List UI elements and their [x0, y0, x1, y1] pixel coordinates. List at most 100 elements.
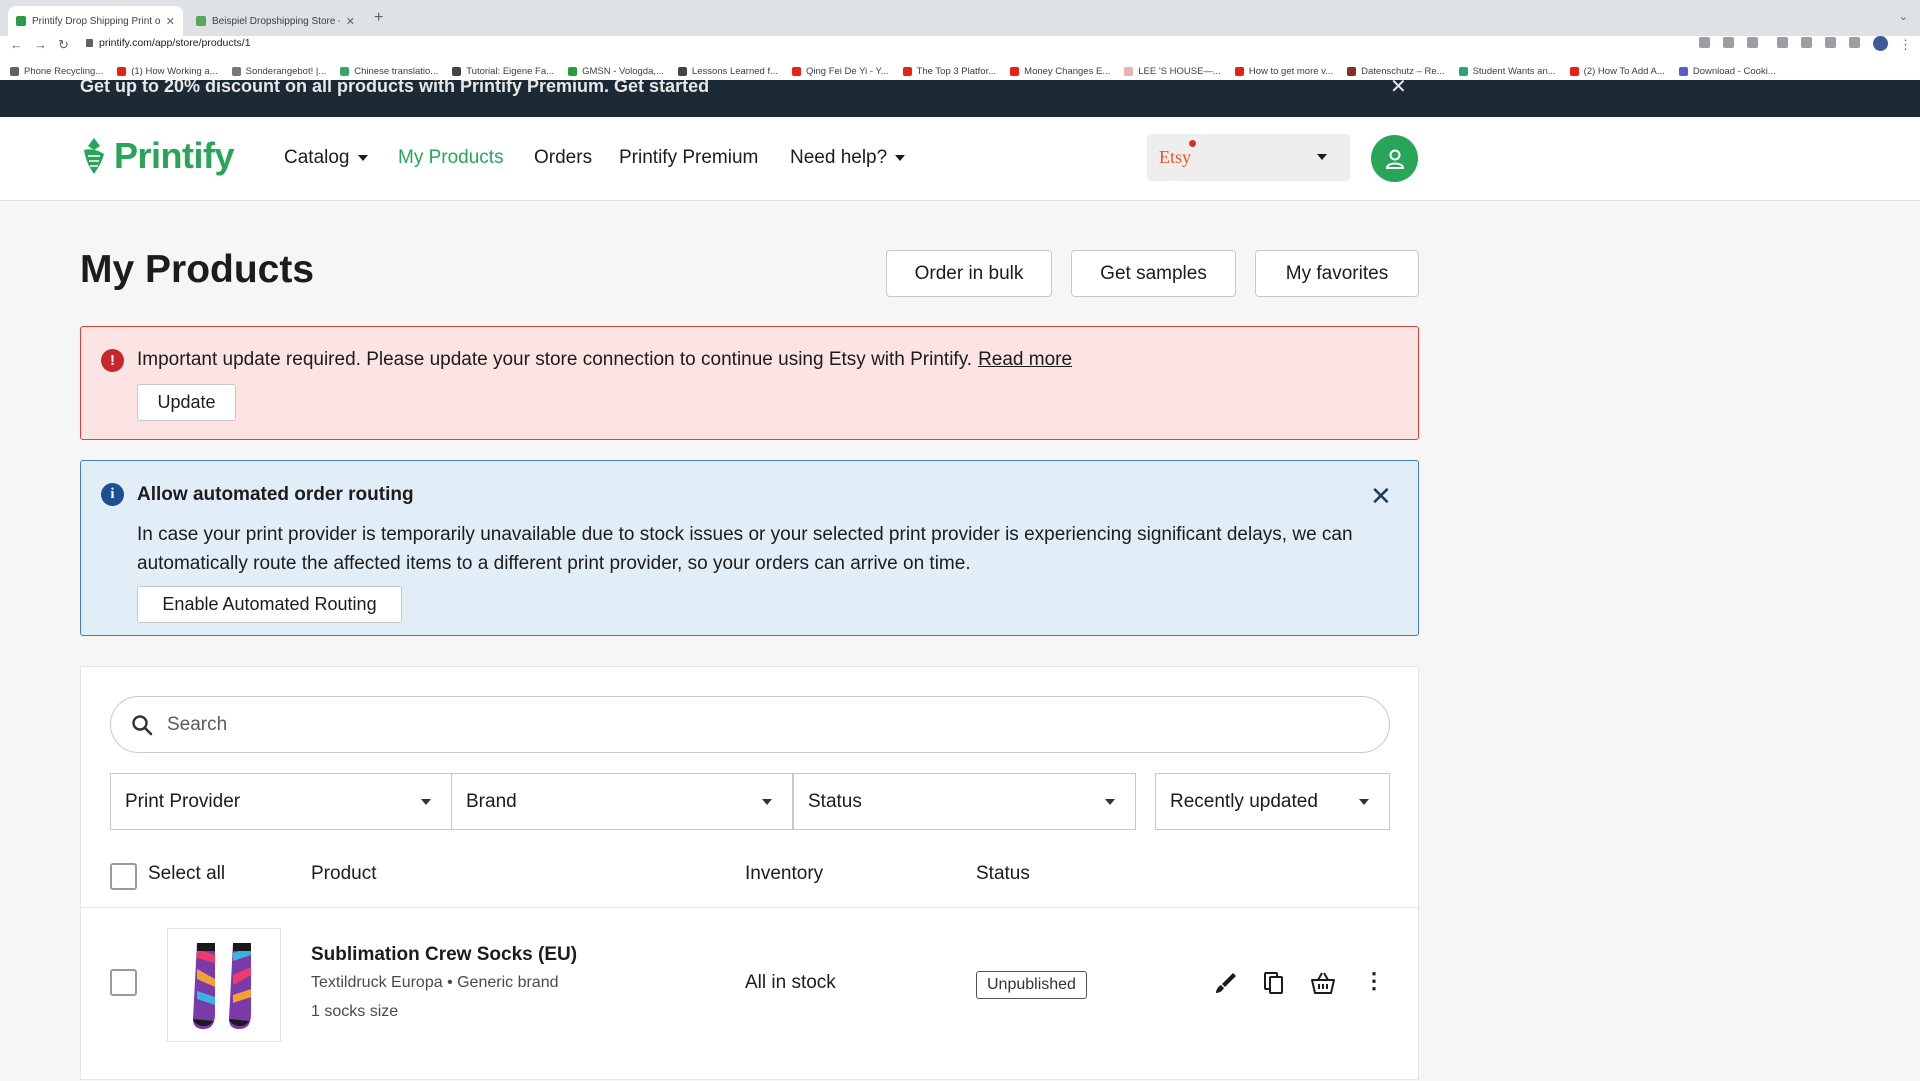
bookmark-label: Datenschutz – Re...	[1361, 65, 1445, 77]
bookmark-icon	[340, 66, 350, 76]
bookmark-item[interactable]: Tutorial: Eigene Fa...	[452, 66, 554, 77]
puzzle-icon[interactable]	[1801, 37, 1812, 48]
back-arrow-icon[interactable]: ←	[10, 37, 23, 52]
promo-banner: Get up to 20% discount on all products w…	[0, 80, 1920, 117]
row-checkbox[interactable]	[110, 969, 137, 996]
table-row[interactable]: Sublimation Crew Socks (EU) Textildruck …	[81, 908, 1420, 1081]
bookmark-label: How to get more v...	[1248, 65, 1334, 77]
more-options-icon[interactable]: ⋮	[1363, 968, 1385, 994]
profile-avatar-icon[interactable]	[1873, 36, 1888, 51]
bookmark-item[interactable]: How to get more v...	[1234, 65, 1334, 77]
extension-icon[interactable]	[1777, 37, 1788, 48]
bookmark-icon	[231, 66, 241, 76]
inventory-column-header: Inventory	[745, 863, 824, 884]
nav-my-products[interactable]: My Products	[398, 147, 504, 169]
bookmark-item[interactable]: (1) How Working a...	[117, 65, 218, 77]
tab-title: Printify Drop Shipping Print on	[32, 15, 160, 27]
bookmark-label: GMSN - Vologda,...	[582, 65, 664, 77]
youtube-icon	[1234, 66, 1244, 76]
print-provider-filter[interactable]: Print Provider	[110, 773, 452, 830]
bookmark-label: Lessons Learned f...	[691, 65, 779, 77]
product-sizes: 1 socks size	[311, 1003, 399, 1020]
bookmark-item[interactable]: Lessons Learned f...	[677, 65, 779, 77]
update-button[interactable]: Update	[137, 384, 236, 421]
search-input[interactable]: Search	[110, 696, 1390, 753]
bookmark-item[interactable]: Chinese translatio...	[340, 66, 438, 77]
url-field[interactable]: printify.com/app/store/products/1	[86, 37, 251, 49]
new-tab-button[interactable]: +	[374, 9, 383, 27]
shopify-favicon-icon	[196, 16, 206, 26]
bookmark-item[interactable]: GMSN - Vologda,...	[568, 66, 664, 77]
youtube-icon	[902, 66, 912, 76]
page-title: My Products	[80, 248, 315, 291]
store-selector[interactable]: Etsy	[1147, 134, 1350, 181]
logo-text: Printify	[114, 135, 235, 176]
star-icon[interactable]	[1747, 37, 1758, 48]
bookmark-icon	[1347, 66, 1357, 76]
close-tab-icon[interactable]: ✕	[346, 15, 355, 28]
notification-dot	[1189, 140, 1196, 147]
printify-logo[interactable]: Printify	[80, 135, 235, 177]
order-in-bulk-button[interactable]: Order in bulk	[886, 250, 1052, 297]
forward-arrow-icon[interactable]: →	[34, 37, 47, 52]
bookmark-label: The Top 3 Platfor...	[916, 65, 997, 77]
reload-icon[interactable]: ↻	[58, 37, 69, 53]
reading-list-icon[interactable]	[1825, 37, 1836, 48]
bookmark-item[interactable]: Datenschutz – Re...	[1347, 65, 1445, 77]
bookmark-label: (1) How Working a...	[131, 65, 218, 77]
bookmark-icon	[568, 66, 578, 76]
bookmark-item[interactable]: The Top 3 Platfor...	[902, 65, 997, 77]
get-samples-button[interactable]: Get samples	[1071, 250, 1236, 297]
youtube-icon	[792, 66, 802, 76]
nav-need-help[interactable]: Need help?	[790, 147, 906, 169]
routing-alert-body: In case your print provider is temporari…	[137, 524, 1353, 574]
bookmark-item[interactable]: Phone Recycling...	[10, 66, 103, 77]
product-thumbnail[interactable]	[167, 928, 281, 1042]
product-provider-brand: Textildruck Europa • Generic brand	[311, 974, 559, 991]
share-icon[interactable]	[1723, 37, 1734, 48]
select-all-checkbox[interactable]	[110, 863, 137, 890]
bookmark-item[interactable]: Student Wants an...	[1458, 66, 1556, 77]
nav-premium-label: Printify Premium	[619, 147, 759, 168]
caret-down-icon	[1317, 154, 1327, 160]
browser-tab-active[interactable]: Printify Drop Shipping Print on ✕	[8, 6, 183, 36]
close-alert-icon[interactable]: ✕	[1370, 481, 1392, 512]
nav-printify-premium[interactable]: Printify Premium	[619, 147, 758, 169]
close-tab-icon[interactable]: ✕	[166, 15, 175, 28]
my-favorites-button[interactable]: My favorites	[1255, 250, 1419, 297]
translate-icon[interactable]	[1699, 37, 1710, 48]
nav-catalog[interactable]: Catalog	[284, 147, 368, 169]
table-header: Select all Product Inventory Status	[81, 845, 1420, 908]
kebab-menu-icon[interactable]: ⋮	[1899, 37, 1912, 53]
user-account-button[interactable]	[1371, 135, 1418, 182]
bookmark-item[interactable]: Sonderangebot! |...	[231, 66, 326, 77]
product-name[interactable]: Sublimation Crew Socks (EU)	[311, 944, 577, 966]
read-more-link[interactable]: Read more	[978, 349, 1072, 370]
update-required-alert: ! Important update required. Please upda…	[80, 326, 1419, 440]
select-all-label[interactable]: Select all	[148, 863, 225, 885]
sort-dropdown[interactable]: Recently updated	[1155, 773, 1390, 830]
printify-leaf-icon	[84, 138, 104, 174]
printify-favicon-icon	[16, 16, 26, 26]
enable-automated-routing-button[interactable]: Enable Automated Routing	[137, 586, 402, 623]
hash-icon	[452, 66, 462, 76]
caret-down-icon	[421, 799, 431, 805]
sidebar-icon[interactable]	[1849, 37, 1860, 48]
browser-tab[interactable]: Beispiel Dropshipping Store - ✕	[188, 6, 363, 36]
bookmark-item[interactable]: LEE 'S HOUSE—...	[1124, 66, 1221, 77]
bookmark-item[interactable]: Download - Cooki...	[1678, 66, 1776, 77]
bookmark-item[interactable]: Qing Fei De Yi - Y...	[792, 66, 889, 77]
status-column-header: Status	[976, 863, 1030, 884]
duplicate-icon[interactable]	[1261, 970, 1287, 996]
youtube-icon	[1010, 66, 1020, 76]
bookmark-item[interactable]: (2) How To Add A...	[1569, 66, 1665, 77]
edit-brush-icon[interactable]	[1213, 970, 1239, 996]
order-basket-icon[interactable]	[1309, 970, 1337, 996]
close-promo-icon[interactable]: ✕	[1390, 80, 1407, 99]
brand-filter[interactable]: Brand	[451, 773, 793, 830]
etsy-store-logo: Etsy	[1159, 147, 1192, 167]
bookmark-item[interactable]: Money Changes E...	[1010, 66, 1110, 77]
tab-search-chevron-icon[interactable]: ⌄	[1899, 10, 1908, 23]
nav-orders[interactable]: Orders	[534, 147, 592, 169]
status-filter[interactable]: Status	[793, 773, 1136, 830]
